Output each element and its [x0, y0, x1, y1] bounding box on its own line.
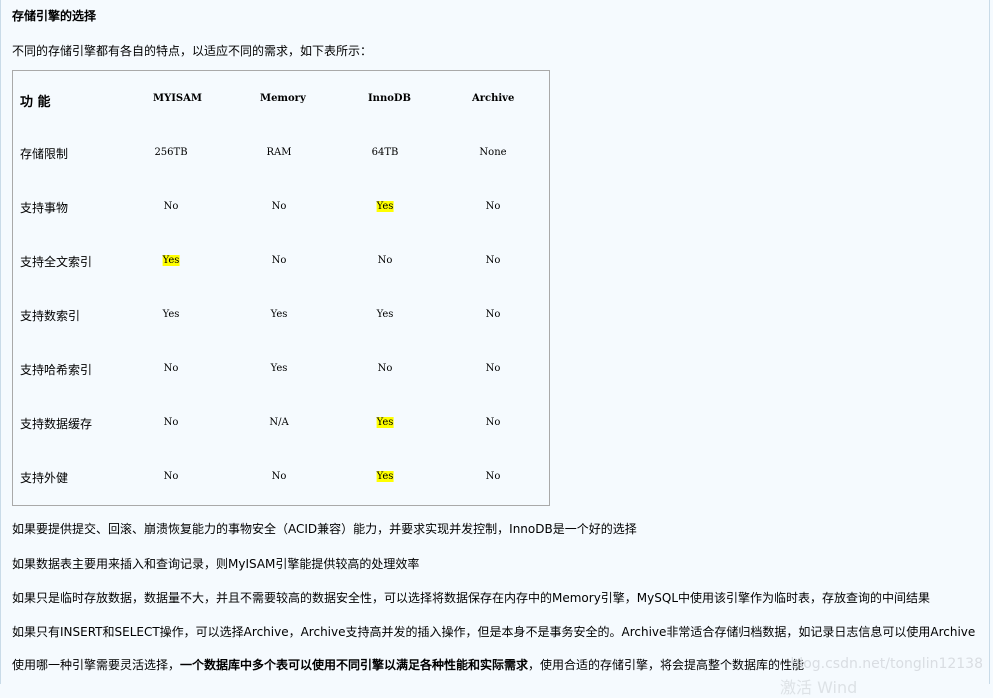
- table-cell: Yes: [376, 309, 394, 320]
- table-cell: RAM: [266, 147, 292, 158]
- paragraph-innodb: 如果要提供提交、回滚、崩溃恢复能力的事物安全（ACID兼容）能力，并要求实现并发…: [12, 522, 637, 536]
- engine-comparison-table: 功 能 MYISAM Memory InnoDB Archive 存储限制 256…: [12, 70, 550, 506]
- activation-watermark: 激活 Wind: [780, 678, 858, 697]
- row-label: 支持全文索引: [20, 255, 93, 269]
- table-cell: Yes: [270, 363, 288, 374]
- summary-text-c: ，使用合适的存储引擎，将会提高整个数据库的性能: [528, 658, 805, 672]
- table-cell: No: [485, 417, 501, 428]
- table-cell: No: [163, 201, 179, 212]
- intro-text: 不同的存储引擎都有各自的特点，以适应不同的需求，如下表所示：: [12, 44, 373, 58]
- row-label: 支持事物: [20, 201, 69, 215]
- table-cell: No: [485, 255, 501, 266]
- table-cell: Yes: [376, 417, 394, 428]
- table-cell: No: [485, 309, 501, 320]
- row-label: 存储限制: [20, 147, 69, 161]
- table-cell: Yes: [162, 255, 180, 266]
- row-label: 支持外健: [20, 471, 69, 485]
- table-cell: No: [377, 363, 393, 374]
- table-cell: 256TB: [154, 147, 188, 158]
- paragraph-summary: 使用哪一种引擎需要灵活选择，一个数据库中多个表可以使用不同引擎以满足各种性能和实…: [12, 656, 804, 673]
- table-cell: No: [377, 255, 393, 266]
- paragraph-memory: 如果只是临时存放数据，数据量不大，并且不需要较高的数据安全性，可以选择将数据保存…: [12, 591, 931, 605]
- row-label: 支持数索引: [20, 309, 81, 323]
- blog-watermark: blog.csdn.net/tonglin12138: [790, 656, 983, 672]
- row-label: 支持数据缓存: [20, 417, 93, 431]
- table-cell: No: [163, 417, 179, 428]
- table-cell: No: [271, 471, 287, 482]
- header-archive: Archive: [472, 93, 515, 104]
- table-cell: No: [271, 201, 287, 212]
- section-heading: 存储引擎的选择: [12, 9, 97, 23]
- table-cell: Yes: [376, 201, 394, 212]
- table-cell: Yes: [270, 309, 288, 320]
- paragraph-myisam: 如果数据表主要用来插入和查询记录，则MyISAM引擎能提供较高的处理效率: [12, 557, 420, 571]
- summary-text-a: 使用哪一种引擎需要灵活选择，: [12, 658, 181, 672]
- table-cell: N/A: [269, 417, 289, 428]
- table-cell: No: [485, 363, 501, 374]
- table-cell: Yes: [162, 309, 180, 320]
- header-innodb: InnoDB: [368, 93, 412, 104]
- row-label: 支持哈希索引: [20, 363, 93, 377]
- header-feature: 功 能: [20, 95, 51, 110]
- table-cell: No: [163, 471, 179, 482]
- header-memory: Memory: [260, 93, 306, 104]
- table-cell: 64TB: [371, 147, 399, 158]
- table-cell: No: [485, 471, 501, 482]
- table-cell: No: [485, 201, 501, 212]
- paragraph-archive: 如果只有INSERT和SELECT操作，可以选择Archive，Archive支…: [12, 625, 976, 639]
- table-cell: Yes: [376, 471, 394, 482]
- header-myisam: MYISAM: [153, 93, 202, 104]
- table-cell: No: [163, 363, 179, 374]
- summary-text-bold: 一个数据库中多个表可以使用不同引擎以满足各种性能和实际需求: [180, 658, 529, 672]
- table-cell: None: [479, 147, 507, 158]
- table-cell: No: [271, 255, 287, 266]
